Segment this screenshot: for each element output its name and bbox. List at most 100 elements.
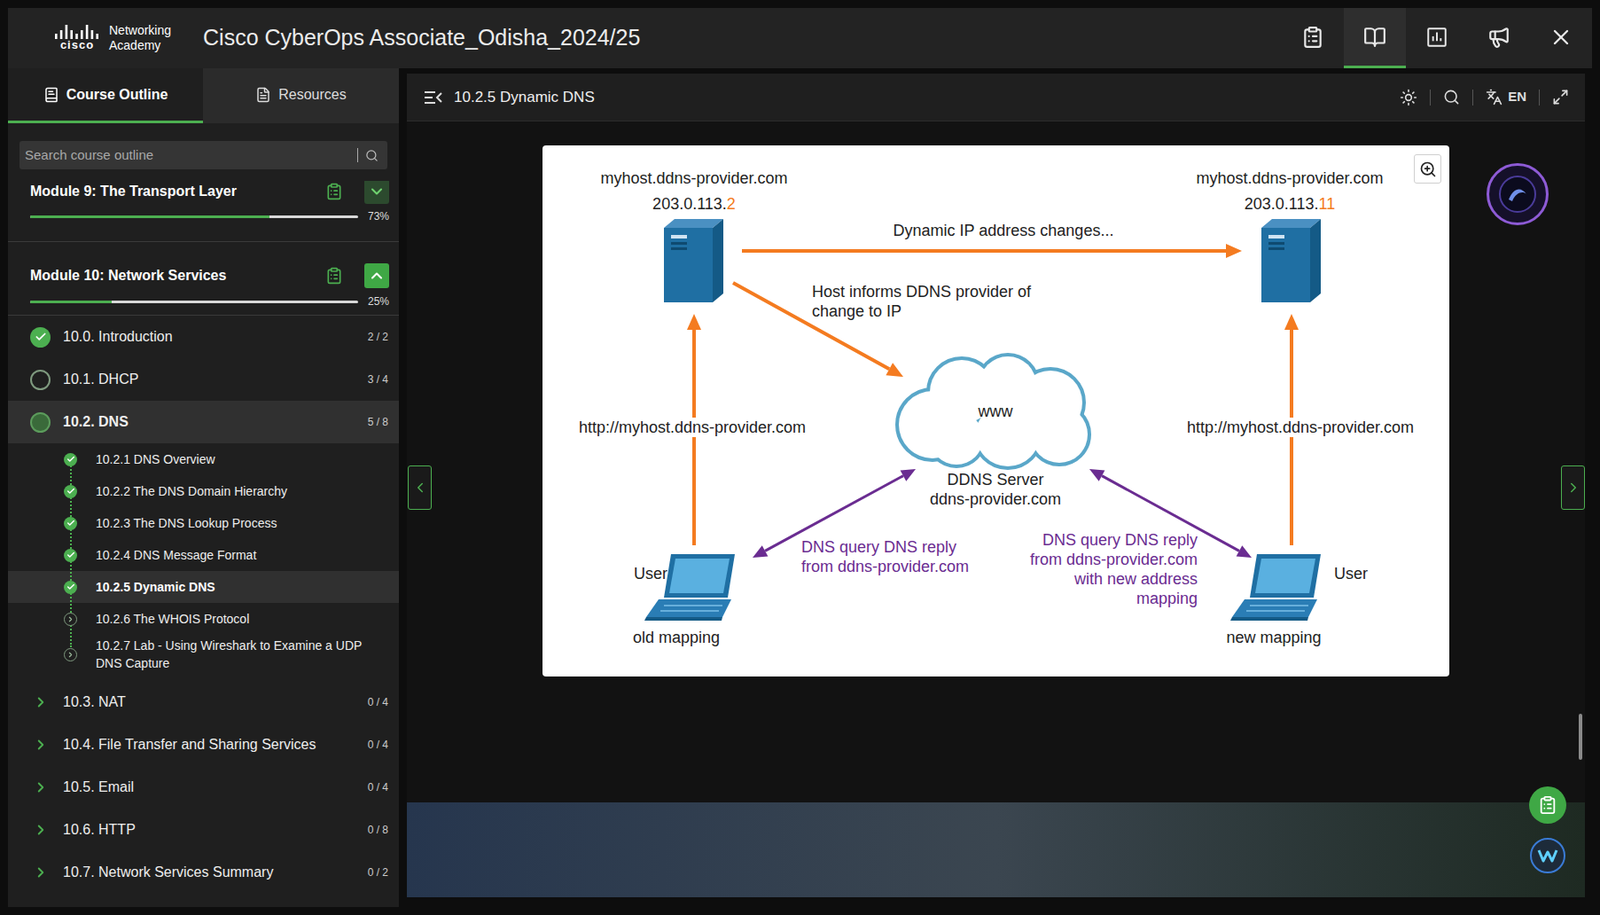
- page-row[interactable]: 10.2.5 Dynamic DNS: [7, 570, 399, 603]
- module-header[interactable]: Module 9: The Transport Layer: [30, 180, 390, 203]
- top-tool-button[interactable]: [1405, 7, 1468, 69]
- page-title[interactable]: 10.2.7 Lab - Using Wireshark to Examine …: [95, 636, 385, 672]
- module-toggle[interactable]: [364, 180, 390, 204]
- ddns-server-label: DDNS Serverddns-provider.com: [929, 469, 1062, 509]
- top-tool-button[interactable]: [1467, 7, 1530, 69]
- clipboard-icon: [1301, 25, 1325, 49]
- page-title[interactable]: 10.2.5 Dynamic DNS: [95, 577, 385, 596]
- chevron-up-icon: [367, 266, 386, 285]
- page-row[interactable]: 10.2.1 DNS Overview: [7, 443, 399, 476]
- sidebar-tab[interactable]: Resources: [202, 68, 399, 124]
- section-row[interactable]: 10.0. Introduction 2 / 2: [7, 315, 399, 359]
- page-title[interactable]: 10.2.1 DNS Overview: [95, 450, 385, 469]
- section-count: 0 / 2: [367, 864, 389, 881]
- section-row[interactable]: 10.2. DNS5 / 8: [7, 400, 399, 444]
- zoom-button[interactable]: [1413, 154, 1442, 184]
- sidebar-tabs: Course OutlineResources: [7, 68, 399, 124]
- photo-strip: [406, 802, 1585, 898]
- collapse-menu-icon[interactable]: [423, 89, 444, 106]
- section-row[interactable]: 10.5. Email0 / 4: [7, 765, 399, 809]
- sidebar-tab[interactable]: Course Outline: [7, 68, 203, 124]
- top-tools: [1281, 7, 1593, 69]
- language-button[interactable]: EN: [1485, 86, 1527, 108]
- section-title[interactable]: 10.5. Email: [62, 776, 361, 798]
- page-row[interactable]: 10.2.2 The DNS Domain Hierarchy: [7, 475, 399, 508]
- scrollbar-thumb[interactable]: [1578, 713, 1583, 760]
- section-row[interactable]: 10.1. DHCP3 / 4: [7, 358, 399, 401]
- top-tool-button[interactable]: [1281, 7, 1344, 69]
- fullscreen-icon[interactable]: [1552, 88, 1569, 106]
- page-title[interactable]: 10.2.3 The DNS Lookup Process: [95, 514, 385, 532]
- module-quiz-icon[interactable]: [325, 182, 344, 201]
- page-complete-icon: [63, 548, 78, 562]
- previous-button[interactable]: [407, 465, 432, 510]
- clipboard-icon: [1537, 795, 1558, 815]
- section-row[interactable]: 10.7. Network Services Summary 0 / 2: [7, 850, 399, 894]
- module-title[interactable]: Module 9: The Transport Layer: [30, 180, 326, 203]
- assistant-icon: [1498, 174, 1538, 214]
- dns-diagram: myhost.ddns-provider.com203.0.113.2myhos…: [542, 145, 1450, 677]
- mapping-label: old mapping: [632, 627, 720, 648]
- cloud-label: www: [978, 401, 1014, 422]
- module-quiz-icon[interactable]: [325, 266, 344, 285]
- dns-reply-label: DNS query DNS replyfrom ddns-provider.co…: [1030, 530, 1198, 609]
- page-row[interactable]: 10.2.6 The WHOIS Protocol: [7, 602, 399, 635]
- top-tool-button[interactable]: [1343, 7, 1406, 69]
- logo-line: Academy: [109, 38, 172, 54]
- webex-button[interactable]: [1529, 837, 1566, 874]
- server-icon: [1261, 218, 1321, 303]
- section-count: 0 / 4: [367, 736, 389, 753]
- module-title[interactable]: Module 10: Network Services: [30, 265, 326, 287]
- resources-icon: [255, 86, 272, 103]
- expand-icon: [30, 734, 51, 756]
- module-toggle[interactable]: [364, 263, 390, 289]
- page-title[interactable]: 10.2.2 The DNS Domain Hierarchy: [95, 482, 385, 500]
- search-icon[interactable]: [1443, 88, 1460, 106]
- zoom-in-icon: [1419, 160, 1437, 179]
- section-row[interactable]: 10.3. NAT0 / 4: [7, 680, 399, 724]
- host-name: myhost.ddns-provider.com: [600, 168, 788, 188]
- section-title[interactable]: 10.6. HTTP: [62, 819, 361, 841]
- module-header[interactable]: Module 10: Network Services: [30, 265, 390, 287]
- logo[interactable]: ciscoNetworkingAcademy: [54, 23, 172, 54]
- section-title[interactable]: 10.2. DNS: [62, 411, 361, 433]
- section-row[interactable]: 10.6. HTTP0 / 8: [7, 808, 399, 851]
- top-bar: ciscoNetworkingAcademy Cisco CyberOps Ass…: [7, 7, 1593, 69]
- laptop-icon: [1230, 554, 1330, 621]
- section-title[interactable]: 10.0. Introduction: [62, 326, 361, 348]
- page-row[interactable]: 10.2.3 The DNS Lookup Process: [7, 507, 399, 539]
- page-complete-icon: [63, 516, 78, 531]
- page-row[interactable]: 10.2.4 DNS Message Format: [7, 538, 399, 571]
- next-button[interactable]: [1560, 465, 1585, 510]
- book-icon: [1363, 25, 1387, 49]
- section-count: 2 / 2: [367, 328, 389, 345]
- logo-brand: cisco: [60, 39, 94, 52]
- notes-button[interactable]: [1529, 786, 1567, 824]
- course-title: Cisco CyberOps Associate_Odisha_2024/25: [202, 21, 640, 55]
- section-title[interactable]: 10.3. NAT: [62, 691, 361, 713]
- page-list: 10.2.1 DNS Overview 10.2.2 The DNS Domain…: [7, 443, 399, 681]
- page-open-icon: [63, 612, 78, 626]
- expand-icon: [30, 692, 51, 713]
- section-title[interactable]: 10.1. DHCP: [62, 368, 361, 391]
- section-title[interactable]: 10.7. Network Services Summary: [62, 861, 361, 883]
- page-title[interactable]: 10.2.4 DNS Message Format: [95, 546, 385, 564]
- page-row[interactable]: 10.2.7 Lab - Using Wireshark to Examine …: [7, 634, 399, 674]
- section-title[interactable]: 10.4. File Transfer and Sharing Services: [62, 733, 361, 756]
- course-outline: Module 9: The Transport Layer73%Module 1…: [7, 180, 399, 907]
- complete-icon: [30, 327, 51, 348]
- search-input[interactable]: [24, 145, 351, 166]
- section-row[interactable]: 10.4. File Transfer and Sharing Services…: [7, 723, 399, 766]
- page-title[interactable]: 10.2.6 The WHOIS Protocol: [95, 609, 385, 628]
- close-icon: [1548, 24, 1574, 50]
- user-label: User: [633, 563, 668, 584]
- module: Module 10: Network Services25%10.0. Intr…: [7, 241, 399, 894]
- brightness-icon[interactable]: [1399, 88, 1418, 107]
- search-field[interactable]: [19, 140, 388, 170]
- search-icon[interactable]: [365, 148, 379, 163]
- assistant-button[interactable]: [1486, 163, 1549, 226]
- top-tool-button[interactable]: [1529, 7, 1593, 69]
- module: Module 9: The Transport Layer73%: [7, 180, 399, 242]
- in-progress-icon: [30, 412, 51, 433]
- laptop-icon: [644, 554, 744, 621]
